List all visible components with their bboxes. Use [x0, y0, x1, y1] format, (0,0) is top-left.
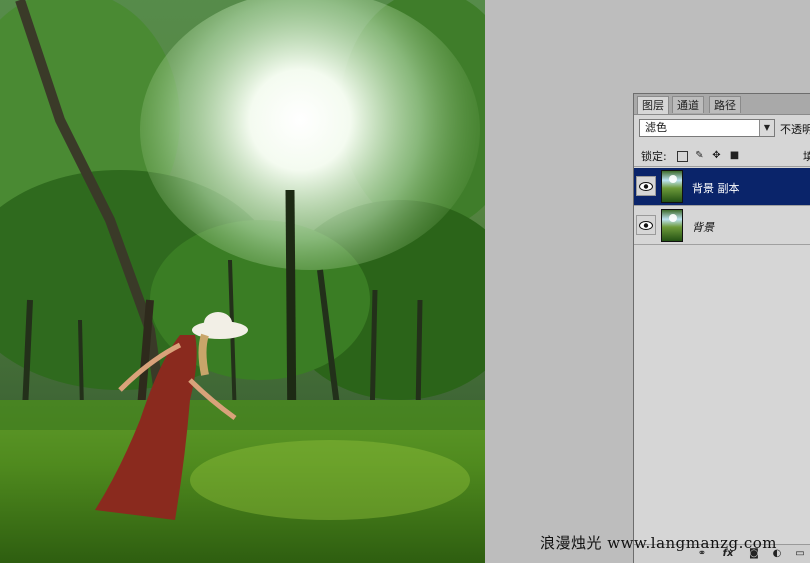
eye-icon [639, 182, 653, 191]
panel-tabbar: 图层 通道 路径 [634, 94, 810, 115]
group-icon[interactable]: ▭ [794, 548, 806, 560]
divider [634, 166, 810, 167]
layer-thumbnail [661, 209, 683, 242]
forest-photo [0, 0, 485, 563]
photo-canvas[interactable] [0, 0, 485, 563]
lock-label: 锁定: [641, 150, 667, 163]
brush-icon[interactable]: ✎ [694, 150, 705, 161]
layer-name: 背景 副本 [692, 182, 740, 195]
layer-thumbnail [661, 170, 683, 203]
visibility-toggle[interactable] [636, 176, 656, 196]
opacity-label: 不透明 [780, 123, 810, 136]
tab-layers[interactable]: 图层 [637, 96, 669, 114]
chevron-down-icon[interactable]: ▼ [759, 120, 774, 136]
lock-transparency-icon[interactable] [677, 151, 688, 162]
layer-row-background-copy[interactable]: 背景 副本 [634, 168, 810, 206]
visibility-toggle[interactable] [636, 215, 656, 235]
lock-icon[interactable]: ■ [729, 150, 740, 161]
blend-mode-select[interactable]: 滤色 ▼ [639, 119, 775, 137]
blend-mode-value: 滤色 [645, 121, 667, 134]
eye-icon [639, 221, 653, 230]
tab-paths[interactable]: 路径 [709, 96, 741, 113]
move-icon[interactable]: ✥ [711, 150, 722, 161]
tab-channels[interactable]: 通道 [672, 96, 704, 113]
layer-row-background[interactable]: 背景 [634, 207, 810, 245]
layer-name: 背景 [692, 221, 714, 234]
fill-label: 填 [803, 150, 810, 163]
layers-panel: 图层 通道 路径 滤色 ▼ 不透明 锁定: ✎ ✥ ■ 填 背景 副本 背景 ⚭… [633, 93, 810, 563]
watermark: 浪漫烛光 www.langmanzg.com [540, 534, 778, 552]
